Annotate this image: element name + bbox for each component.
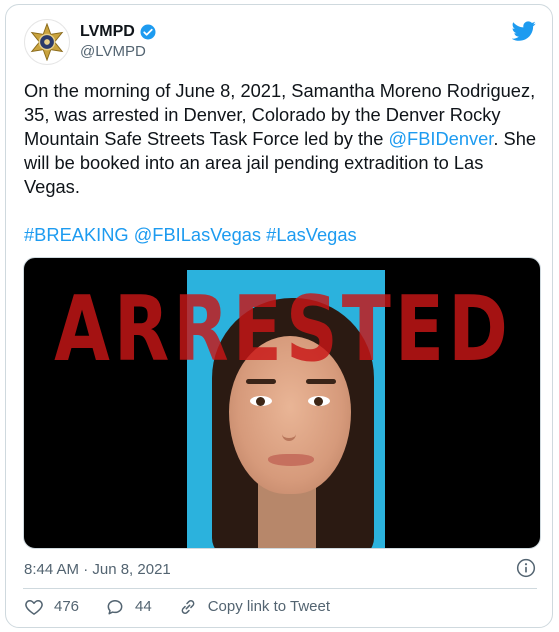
author-handle[interactable]: @LVMPD xyxy=(80,42,157,62)
divider xyxy=(23,588,537,589)
hashtag-lasvegas[interactable]: #LasVegas xyxy=(266,224,356,245)
heart-icon xyxy=(25,600,43,615)
tweet-card: LVMPD @LVMPD On the morning of June 8, 2… xyxy=(5,4,553,628)
left-eye xyxy=(250,396,272,406)
avatar[interactable] xyxy=(24,19,70,65)
reply-count: 44 xyxy=(135,598,152,615)
hashtag-breaking[interactable]: #BREAKING xyxy=(24,224,129,245)
tweet-tags: #BREAKING @FBILasVegas #LasVegas xyxy=(24,223,539,247)
mention-fbilasvegas[interactable]: @FBILasVegas xyxy=(134,224,261,245)
verified-badge-icon xyxy=(140,24,156,40)
reply-button[interactable]: 44 xyxy=(105,597,152,617)
copy-link-label: Copy link to Tweet xyxy=(207,598,331,615)
info-icon[interactable] xyxy=(516,558,536,578)
twitter-bird-icon[interactable] xyxy=(512,19,536,43)
tweet-header: LVMPD @LVMPD xyxy=(24,18,157,66)
nose xyxy=(282,408,296,441)
author-display-name[interactable]: LVMPD xyxy=(80,22,135,42)
author-names: LVMPD @LVMPD xyxy=(80,22,157,62)
author-display-name-row[interactable]: LVMPD xyxy=(80,22,157,42)
tweet-timestamp[interactable]: 8:44 AM · Jun 8, 2021 xyxy=(24,561,171,578)
tweet-media-image[interactable]: ARRESTED xyxy=(23,257,541,549)
tweet-text: On the morning of June 8, 2021, Samantha… xyxy=(24,79,539,247)
tweet-actions: 476 44 Copy link to Tweet xyxy=(24,597,356,617)
police-badge-icon xyxy=(30,23,64,61)
mouth xyxy=(268,454,314,466)
link-icon xyxy=(181,600,195,614)
tweet-body: On the morning of June 8, 2021, Samantha… xyxy=(24,79,539,199)
like-count: 476 xyxy=(54,598,80,615)
reply-bubble-icon xyxy=(107,600,123,615)
arrested-stamp: ARRESTED xyxy=(54,276,512,381)
mention-fbidenver[interactable]: @FBIDenver xyxy=(388,128,493,149)
copy-link-button[interactable]: Copy link to Tweet xyxy=(178,597,330,617)
right-eye xyxy=(308,396,330,406)
like-button[interactable]: 476 xyxy=(24,597,79,617)
